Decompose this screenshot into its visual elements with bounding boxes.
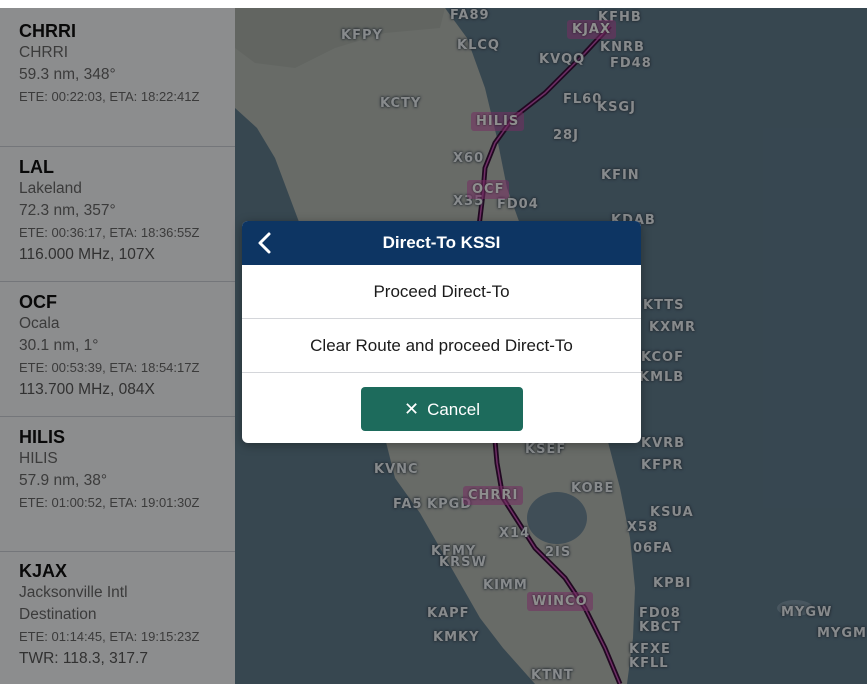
dialog-header: Direct-To KSSI xyxy=(242,221,641,265)
proceed-direct-to-option[interactable]: Proceed Direct-To xyxy=(242,265,641,319)
cancel-button[interactable]: ✕ Cancel xyxy=(361,387,523,431)
chevron-left-icon[interactable] xyxy=(252,229,280,257)
cancel-label: Cancel xyxy=(427,400,480,419)
clear-route-direct-to-option[interactable]: Clear Route and proceed Direct-To xyxy=(242,319,641,373)
top-strip xyxy=(0,0,867,8)
direct-to-dialog: Direct-To KSSI Proceed Direct-To Clear R… xyxy=(242,221,641,443)
dialog-title: Direct-To KSSI xyxy=(382,233,501,252)
close-icon: ✕ xyxy=(403,399,420,419)
